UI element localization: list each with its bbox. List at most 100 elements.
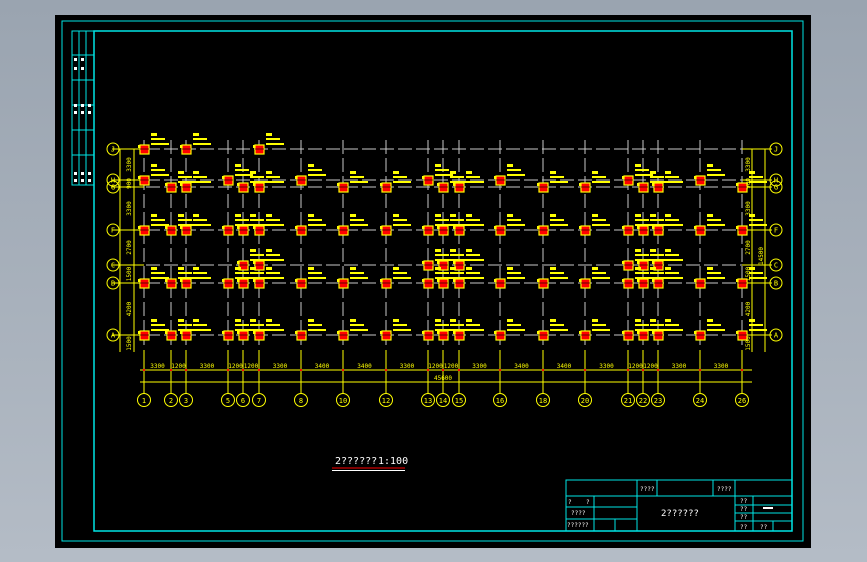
column-annotation-mark [393,224,411,226]
column-axis-label: 2 [169,397,173,405]
column-annotation-mark [266,277,284,279]
structural-column [254,260,265,271]
column-annotation-mark [450,324,464,326]
column-axis-label: 13 [424,397,432,405]
structural-column [181,182,192,193]
column-annotation-mark [466,214,472,217]
column-axis-label: 24 [696,397,704,405]
column-annotation-mark [308,329,326,331]
column-annotation-mark [550,272,564,274]
column-annotation-mark [466,254,480,256]
column-annotation-mark [193,272,207,274]
column-annotation-mark [193,267,199,270]
structural-column [695,278,706,289]
structural-column [695,330,706,341]
column-annotation-mark [507,224,525,226]
structural-column [423,175,434,186]
dim-tick-mark [342,369,344,371]
column-annotation-mark [507,219,521,221]
column-annotation-mark [635,267,641,270]
column-annotation-mark [151,169,165,171]
floor-plan-svg: 3300 3300900 9003300 33002700 27001500 150042… [61,20,804,542]
column-annotation-mark [707,214,713,217]
column-annotation-mark [266,181,284,183]
column-annotation-mark [151,267,157,270]
title-block [565,479,793,532]
structural-column [181,225,192,236]
structural-column [623,278,634,289]
column-annotation-mark [507,169,521,171]
column-annotation-mark [466,224,484,226]
column-annotation-mark [635,254,649,256]
column-annotation-mark [350,181,368,183]
left-dimension-label: 900 [126,178,133,189]
column-annotation-mark [466,176,480,178]
column-annotation-mark [308,219,322,221]
column-annotation-mark [707,324,721,326]
column-annotation-mark [592,267,598,270]
column-annotation-mark [550,219,564,221]
column-annotation-mark [466,277,484,279]
column-annotation-mark [235,319,241,322]
tb-right-r2: ?? [740,506,748,513]
structural-column [495,278,506,289]
column-annotation-mark [665,259,683,261]
tb-right-r4: ?? [740,524,748,531]
column-annotation-mark [193,133,199,136]
bottom-dimension-label: 3300 [400,363,415,370]
strip-text-marks [74,58,91,182]
column-annotation-mark [507,174,525,176]
bottom-dimension-label: 3300 [472,363,487,370]
column-annotation-mark [151,224,169,226]
column-annotation-mark [266,138,280,140]
column-annotation-mark [178,176,192,178]
column-annotation-mark [665,249,671,252]
column-annotation-mark [466,181,484,183]
column-annotation-mark [350,329,368,331]
column-annotation-mark [665,324,679,326]
column-annotation-mark [466,249,472,252]
column-annotation-mark [665,219,679,221]
column-annotation-mark [550,214,556,217]
structural-column [638,278,649,289]
column-annotation-mark [592,319,598,322]
column-annotation-mark [266,219,280,221]
column-annotation-mark [592,272,606,274]
column-annotation-mark [507,164,513,167]
column-annotation-mark [665,329,683,331]
column-annotation-mark [635,324,649,326]
column-annotation-mark [266,259,284,261]
column-annotation-mark [266,133,272,136]
structural-column [381,225,392,236]
right-dimension-label: 2700 [745,240,752,255]
dim-tick-mark [143,369,145,371]
column-axis-label: 8 [299,397,303,405]
column-annotation-mark [350,272,364,274]
column-annotation-mark [350,219,364,221]
column-annotation-mark [749,181,767,183]
column-annotation-mark [650,214,656,217]
column-markers [138,133,767,341]
column-annotation-mark [393,176,407,178]
column-annotation-mark [393,267,399,270]
column-annotation-mark [250,219,264,221]
structural-column [223,175,234,186]
column-annotation-mark [178,267,184,270]
structural-column [338,278,349,289]
overall-dimension-label: 45600 [434,375,452,382]
structural-column [296,330,307,341]
structural-column [381,182,392,193]
column-annotation-mark [235,164,241,167]
tb-logo-mark [763,507,773,509]
structural-column [181,330,192,341]
left-signature-strip [71,30,95,186]
column-axis-label: 18 [539,397,547,405]
cad-drawing-canvas[interactable]: 3300 3300 900 900 3300 3300 2700 2700 1500 1500 42… [55,15,811,548]
column-annotation-mark [749,224,767,226]
column-annotation-mark [435,324,449,326]
column-annotation-mark [266,329,284,331]
column-axis-label: 15 [455,397,463,405]
column-annotation-mark [707,174,725,176]
column-annotation-mark [266,319,272,322]
structural-column [653,330,664,341]
